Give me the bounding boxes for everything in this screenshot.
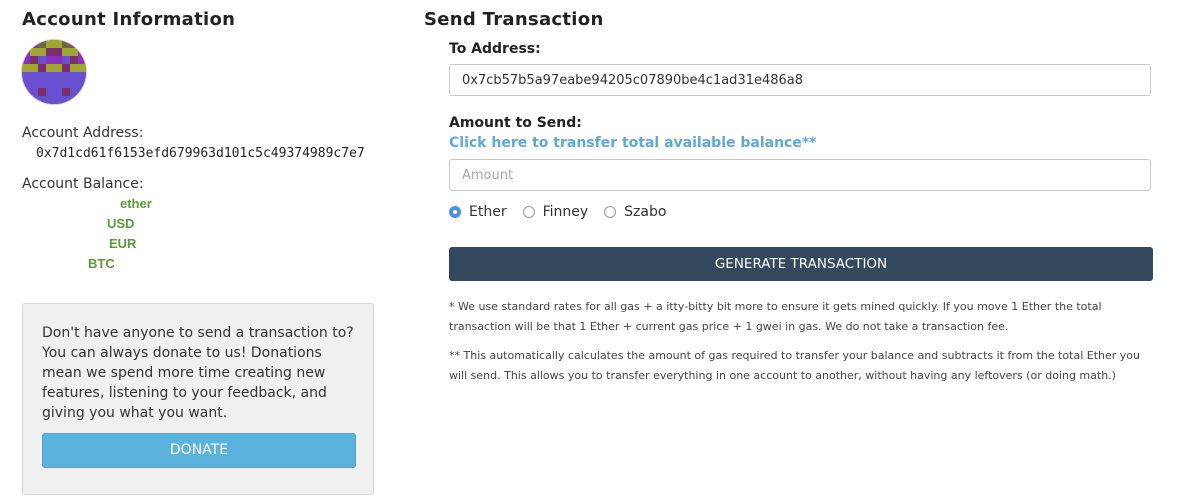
balance-btc: BTC (88, 256, 115, 271)
amount-input[interactable] (449, 159, 1151, 191)
unit-radio-finney[interactable]: Finney (522, 204, 589, 220)
account-info-title: Account Information (22, 9, 236, 30)
unit-radio-label: Szabo (624, 204, 667, 220)
account-avatar-identicon (22, 40, 86, 104)
radio-unchecked-icon (522, 206, 535, 218)
unit-radio-ether[interactable]: Ether (449, 204, 507, 220)
donate-button[interactable]: DONATE (42, 433, 356, 468)
gas-rate-note: * We use standard rates for all gas + a … (449, 300, 1102, 333)
donate-message: Don't have anyone to send a transaction … (42, 325, 354, 421)
to-address-label: To Address: (449, 41, 541, 57)
unit-radio-group: Ether Finney Szabo (449, 204, 682, 220)
radio-checked-icon (449, 206, 461, 218)
to-address-input[interactable] (449, 64, 1151, 96)
account-balance-label: Account Balance: (22, 176, 144, 192)
transfer-all-balance-link[interactable]: Click here to transfer total available b… (449, 135, 816, 151)
balance-eur: EUR (109, 236, 137, 251)
unit-radio-szabo[interactable]: Szabo (604, 204, 666, 220)
radio-unchecked-icon (604, 206, 617, 218)
balance-ether: ether (120, 196, 152, 211)
donate-panel: Don't have anyone to send a transaction … (22, 303, 374, 495)
unit-radio-label: Finney (542, 204, 589, 220)
amount-label: Amount to Send: (449, 115, 582, 131)
balance-usd: USD (107, 216, 135, 231)
account-address-label: Account Address: (22, 125, 144, 141)
unit-radio-label: Ether (469, 204, 507, 220)
account-address-value: 0x7d1cd61f6153efd679963d101c5c49374989c7… (36, 146, 365, 161)
send-transaction-title: Send Transaction (424, 9, 604, 30)
transfer-all-note: ** This automatically calculates the amo… (449, 349, 1140, 382)
generate-transaction-button[interactable]: GENERATE TRANSACTION (449, 247, 1153, 281)
